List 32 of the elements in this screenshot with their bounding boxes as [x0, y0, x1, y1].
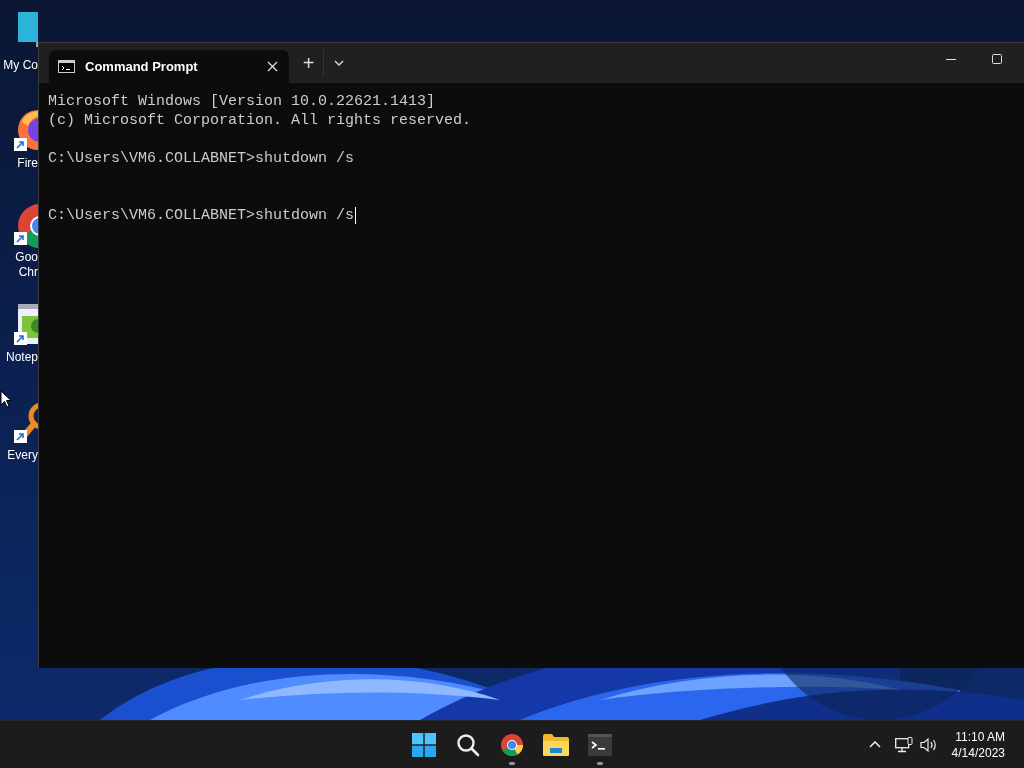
network-icon[interactable] [894, 736, 913, 753]
clock-time[interactable]: 11:10 AM [955, 728, 1005, 745]
shortcut-arrow-icon [14, 138, 27, 151]
tab[interactable]: Command Prompt [49, 50, 289, 83]
shortcut-arrow-icon [14, 332, 27, 345]
close-icon[interactable] [265, 59, 279, 74]
icon-label: Goo [15, 250, 38, 265]
new-tab-button[interactable]: + [294, 49, 324, 77]
terminal-icon [588, 733, 612, 756]
folder-icon [543, 733, 569, 756]
icon-label: My Co [3, 58, 38, 73]
console-text: Microsoft Windows [Version 10.0.22621.1413] [48, 92, 437, 111]
speaker-icon[interactable] [919, 736, 938, 753]
chrome-icon [500, 732, 524, 757]
windows-logo-icon [412, 732, 436, 757]
minimize-icon [946, 58, 956, 60]
icon-label: Fire [17, 156, 38, 171]
maximize-icon [992, 54, 1002, 64]
console-text: C:\Users\VM6.COLLABNET>shutdown /s [48, 149, 355, 168]
shortcut-arrow-icon [14, 232, 27, 245]
console-text: (c) Microsoft Corporation. All rights reserved. [48, 111, 473, 130]
icon-label: Chr [17, 265, 38, 280]
tab-title: Command Prompt [85, 57, 199, 76]
console-text: C:\Users\VM6.COLLABNET>shutdown /s [48, 206, 355, 225]
mouse-pointer-icon [0, 390, 12, 408]
console-icon [58, 60, 75, 73]
clock-date[interactable]: 4/14/2023 [951, 744, 1005, 761]
search-icon [456, 732, 480, 757]
shortcut-arrow-icon [14, 430, 27, 443]
icon-label: Notep [5, 350, 38, 365]
caret-icon [334, 60, 344, 66]
icon-label: Every [7, 448, 38, 463]
